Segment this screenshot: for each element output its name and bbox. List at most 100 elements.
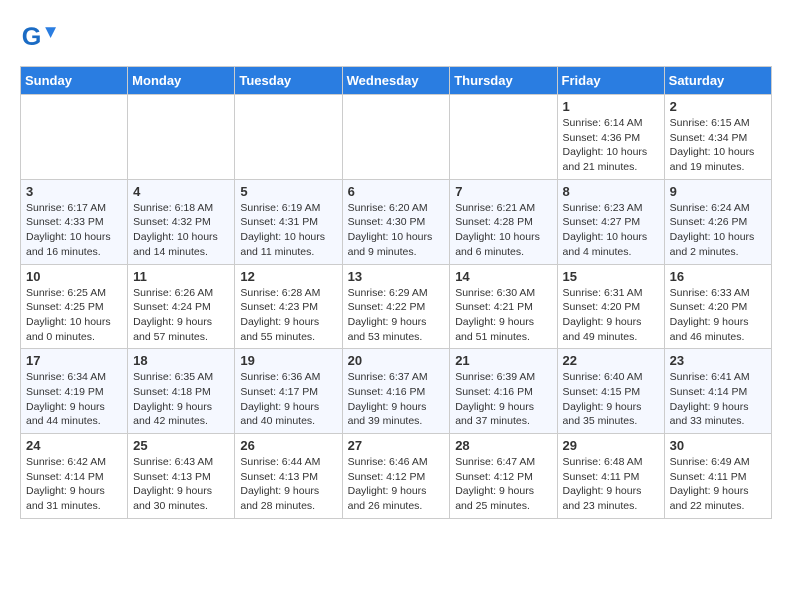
calendar-day-8: 8 Sunrise: 6:23 AM Sunset: 4:27 PM Daylig…	[557, 179, 664, 264]
weekday-header-saturday: Saturday	[664, 67, 771, 95]
day-info: Sunrise: 6:26 AM Sunset: 4:24 PM Dayligh…	[133, 286, 229, 345]
day-number: 3	[26, 184, 122, 199]
calendar-week-row: 3 Sunrise: 6:17 AM Sunset: 4:33 PM Daylig…	[21, 179, 772, 264]
day-info: Sunrise: 6:36 AM Sunset: 4:17 PM Dayligh…	[240, 370, 336, 429]
weekday-header-thursday: Thursday	[450, 67, 557, 95]
day-info: Sunrise: 6:15 AM Sunset: 4:34 PM Dayligh…	[670, 116, 766, 175]
calendar-day-13: 13 Sunrise: 6:29 AM Sunset: 4:22 PM Dayli…	[342, 264, 450, 349]
day-number: 14	[455, 269, 551, 284]
day-number: 22	[563, 353, 659, 368]
calendar-day-empty	[21, 95, 128, 180]
calendar-header-row: SundayMondayTuesdayWednesdayThursdayFrid…	[21, 67, 772, 95]
day-info: Sunrise: 6:44 AM Sunset: 4:13 PM Dayligh…	[240, 455, 336, 514]
svg-text:G: G	[22, 23, 42, 51]
day-number: 17	[26, 353, 122, 368]
calendar-day-22: 22 Sunrise: 6:40 AM Sunset: 4:15 PM Dayli…	[557, 349, 664, 434]
calendar-day-15: 15Sunrise: 6:31 AM Sunset: 4:20 PM Dayli…	[557, 264, 664, 349]
calendar-day-30: 30 Sunrise: 6:49 AM Sunset: 4:11 PM Dayli…	[664, 434, 771, 519]
day-number: 26	[240, 438, 336, 453]
calendar-day-empty	[235, 95, 342, 180]
calendar-day-10: 10 Sunrise: 6:25 AM Sunset: 4:25 PM Dayli…	[21, 264, 128, 349]
day-info: Sunrise: 6:47 AM Sunset: 4:12 PM Dayligh…	[455, 455, 551, 514]
day-info: Sunrise: 6:40 AM Sunset: 4:15 PM Dayligh…	[563, 370, 659, 429]
calendar-day-empty	[450, 95, 557, 180]
day-info: Sunrise: 6:41 AM Sunset: 4:14 PM Dayligh…	[670, 370, 766, 429]
day-info: Sunrise: 6:23 AM Sunset: 4:27 PM Dayligh…	[563, 201, 659, 260]
calendar-day-25: 25 Sunrise: 6:43 AM Sunset: 4:13 PM Dayli…	[128, 434, 235, 519]
day-number: 18	[133, 353, 229, 368]
calendar-day-14: 14 Sunrise: 6:30 AM Sunset: 4:21 PM Dayli…	[450, 264, 557, 349]
page-header: G	[20, 20, 772, 56]
calendar-day-27: 27Sunrise: 6:46 AM Sunset: 4:12 PM Dayli…	[342, 434, 450, 519]
day-info: Sunrise: 6:19 AM Sunset: 4:31 PM Dayligh…	[240, 201, 336, 260]
day-number: 30	[670, 438, 766, 453]
day-info: Sunrise: 6:35 AM Sunset: 4:18 PM Dayligh…	[133, 370, 229, 429]
calendar-day-29: 29 Sunrise: 6:48 AM Sunset: 4:11 PM Dayli…	[557, 434, 664, 519]
calendar-day-2: 2 Sunrise: 6:15 AM Sunset: 4:34 PM Daylig…	[664, 95, 771, 180]
day-number: 10	[26, 269, 122, 284]
day-number: 25	[133, 438, 229, 453]
day-number: 16	[670, 269, 766, 284]
day-number: 21	[455, 353, 551, 368]
day-info: Sunrise: 6:37 AM Sunset: 4:16 PM Dayligh…	[348, 370, 445, 429]
weekday-header-tuesday: Tuesday	[235, 67, 342, 95]
logo-icon: G	[20, 20, 56, 56]
day-info: Sunrise: 6:24 AM Sunset: 4:26 PM Dayligh…	[670, 201, 766, 260]
weekday-header-sunday: Sunday	[21, 67, 128, 95]
calendar-week-row: 17 Sunrise: 6:34 AM Sunset: 4:19 PM Dayli…	[21, 349, 772, 434]
calendar-day-9: 9 Sunrise: 6:24 AM Sunset: 4:26 PM Daylig…	[664, 179, 771, 264]
day-number: 4	[133, 184, 229, 199]
weekday-header-friday: Friday	[557, 67, 664, 95]
day-number: 6	[348, 184, 445, 199]
day-info: Sunrise: 6:14 AM Sunset: 4:36 PM Dayligh…	[563, 116, 659, 175]
calendar-week-row: 24Sunrise: 6:42 AM Sunset: 4:14 PM Dayli…	[21, 434, 772, 519]
day-number: 20	[348, 353, 445, 368]
calendar-day-7: 7 Sunrise: 6:21 AM Sunset: 4:28 PM Daylig…	[450, 179, 557, 264]
day-number: 24	[26, 438, 122, 453]
calendar-day-3: 3 Sunrise: 6:17 AM Sunset: 4:33 PM Daylig…	[21, 179, 128, 264]
day-info: Sunrise: 6:25 AM Sunset: 4:25 PM Dayligh…	[26, 286, 122, 345]
calendar-day-23: 23 Sunrise: 6:41 AM Sunset: 4:14 PM Dayli…	[664, 349, 771, 434]
calendar-day-24: 24Sunrise: 6:42 AM Sunset: 4:14 PM Dayli…	[21, 434, 128, 519]
day-number: 11	[133, 269, 229, 284]
day-number: 7	[455, 184, 551, 199]
day-info: Sunrise: 6:48 AM Sunset: 4:11 PM Dayligh…	[563, 455, 659, 514]
day-number: 23	[670, 353, 766, 368]
day-number: 9	[670, 184, 766, 199]
day-info: Sunrise: 6:17 AM Sunset: 4:33 PM Dayligh…	[26, 201, 122, 260]
day-info: Sunrise: 6:43 AM Sunset: 4:13 PM Dayligh…	[133, 455, 229, 514]
day-info: Sunrise: 6:33 AM Sunset: 4:20 PM Dayligh…	[670, 286, 766, 345]
day-number: 19	[240, 353, 336, 368]
calendar-week-row: 10 Sunrise: 6:25 AM Sunset: 4:25 PM Dayli…	[21, 264, 772, 349]
day-number: 2	[670, 99, 766, 114]
day-number: 1	[563, 99, 659, 114]
calendar-week-row: 1 Sunrise: 6:14 AM Sunset: 4:36 PM Daylig…	[21, 95, 772, 180]
day-number: 8	[563, 184, 659, 199]
calendar-day-17: 17 Sunrise: 6:34 AM Sunset: 4:19 PM Dayli…	[21, 349, 128, 434]
calendar-day-16: 16 Sunrise: 6:33 AM Sunset: 4:20 PM Dayli…	[664, 264, 771, 349]
calendar-day-26: 26 Sunrise: 6:44 AM Sunset: 4:13 PM Dayli…	[235, 434, 342, 519]
day-info: Sunrise: 6:29 AM Sunset: 4:22 PM Dayligh…	[348, 286, 445, 345]
calendar-day-empty	[128, 95, 235, 180]
day-info: Sunrise: 6:34 AM Sunset: 4:19 PM Dayligh…	[26, 370, 122, 429]
weekday-header-monday: Monday	[128, 67, 235, 95]
calendar-day-21: 21 Sunrise: 6:39 AM Sunset: 4:16 PM Dayli…	[450, 349, 557, 434]
day-number: 13	[348, 269, 445, 284]
day-info: Sunrise: 6:49 AM Sunset: 4:11 PM Dayligh…	[670, 455, 766, 514]
calendar-day-12: 12 Sunrise: 6:28 AM Sunset: 4:23 PM Dayli…	[235, 264, 342, 349]
day-info: Sunrise: 6:39 AM Sunset: 4:16 PM Dayligh…	[455, 370, 551, 429]
day-info: Sunrise: 6:31 AM Sunset: 4:20 PM Dayligh…	[563, 286, 659, 345]
day-number: 29	[563, 438, 659, 453]
weekday-header-wednesday: Wednesday	[342, 67, 450, 95]
day-info: Sunrise: 6:28 AM Sunset: 4:23 PM Dayligh…	[240, 286, 336, 345]
day-info: Sunrise: 6:46 AM Sunset: 4:12 PM Dayligh…	[348, 455, 445, 514]
calendar-day-11: 11 Sunrise: 6:26 AM Sunset: 4:24 PM Dayli…	[128, 264, 235, 349]
day-info: Sunrise: 6:21 AM Sunset: 4:28 PM Dayligh…	[455, 201, 551, 260]
calendar-day-5: 5Sunrise: 6:19 AM Sunset: 4:31 PM Daylig…	[235, 179, 342, 264]
day-info: Sunrise: 6:30 AM Sunset: 4:21 PM Dayligh…	[455, 286, 551, 345]
calendar-day-28: 28Sunrise: 6:47 AM Sunset: 4:12 PM Dayli…	[450, 434, 557, 519]
calendar-day-19: 19 Sunrise: 6:36 AM Sunset: 4:17 PM Dayli…	[235, 349, 342, 434]
day-number: 12	[240, 269, 336, 284]
calendar-day-6: 6Sunrise: 6:20 AM Sunset: 4:30 PM Daylig…	[342, 179, 450, 264]
calendar-day-4: 4Sunrise: 6:18 AM Sunset: 4:32 PM Daylig…	[128, 179, 235, 264]
